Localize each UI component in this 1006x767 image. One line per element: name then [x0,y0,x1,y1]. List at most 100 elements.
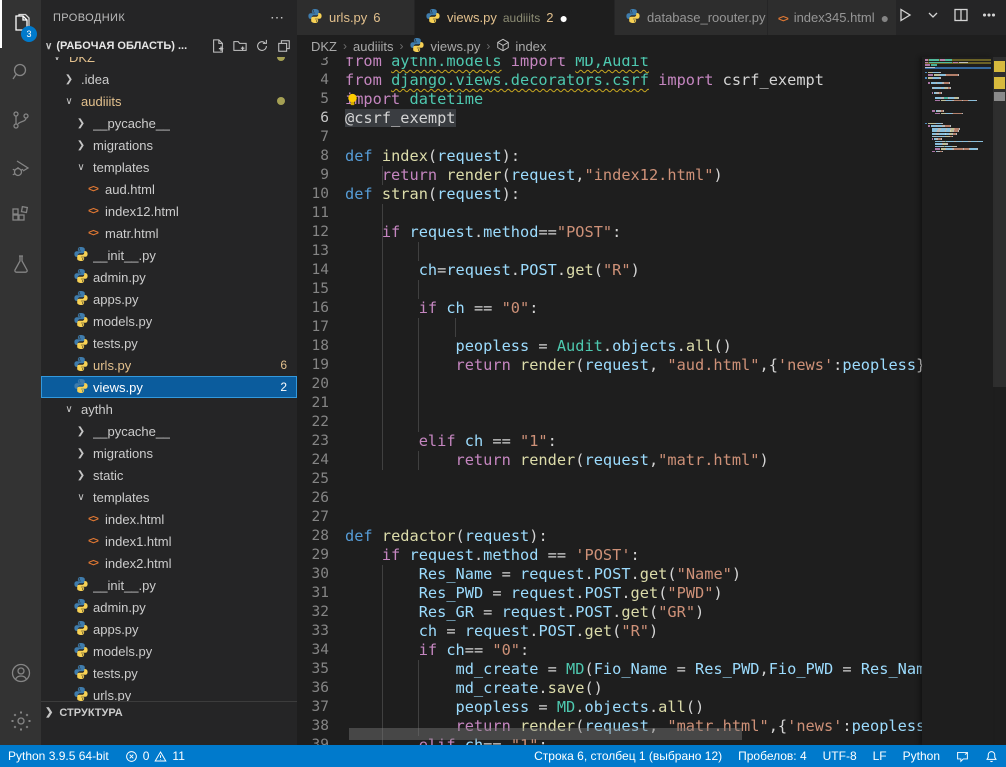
new-folder-icon[interactable] [231,37,249,55]
overview-ruler [993,45,1006,745]
tree-item-admin-py[interactable]: admin.py [41,266,297,288]
line-number: 19 [297,356,345,375]
search-icon[interactable] [0,48,41,96]
tree-item-templates[interactable]: ∨templates [41,156,297,178]
html-file-icon: <> [778,10,788,25]
tab-database-roouter-py[interactable]: database_roouter.py [615,0,768,35]
more-actions-icon[interactable] [981,7,997,28]
dirty-indicator-icon[interactable]: ● [881,11,889,25]
tree-item-migrations[interactable]: ❯migrations [41,442,297,464]
tree-item-static[interactable]: ❯static [41,464,297,486]
code-line-25: 25 [297,470,922,489]
code-action-lightbulb-icon[interactable] [345,92,360,107]
workspace-section-header[interactable]: ∨ (РАБОЧАЯ ОБЛАСТЬ) ... [41,35,297,57]
tree-item-urls-py[interactable]: urls.py6 [41,354,297,376]
breadcrumb-label: index [515,39,546,54]
html-file-icon: <> [85,514,101,525]
activity-bar-bottom [0,649,41,745]
code-line-6: 6@csrf_exempt [297,109,922,128]
dirty-indicator-icon[interactable]: ● [559,11,567,25]
horizontal-scrollbar[interactable] [349,728,742,740]
tree-item--pycache-[interactable]: ❯__pycache__ [41,112,297,134]
tree-item--pycache-[interactable]: ❯__pycache__ [41,420,297,442]
chevron-right-icon: ❯ [61,74,77,85]
cursor-position-label: Строка 6, столбец 1 (выбрано 12) [534,749,722,763]
language-mode[interactable]: Python [895,745,948,767]
collapse-folders-icon[interactable] [275,37,293,55]
python-interpreter[interactable]: Python 3.9.5 64-bit [0,745,117,767]
tree-item-models-py[interactable]: models.py [41,310,297,332]
tree-item-tests-py[interactable]: tests.py [41,662,297,684]
breadcrumb-item-dkz[interactable]: DKZ [311,39,337,54]
outline-section-header[interactable]: ❯ СТРУКТУРА [41,701,297,723]
run-python-file-icon[interactable] [897,7,913,28]
tree-item--init-py[interactable]: __init__.py [41,574,297,596]
tab-urls-py[interactable]: urls.py6 [297,0,415,35]
tree-item-admin-py[interactable]: admin.py [41,596,297,618]
tree-item-index2-html[interactable]: <>index2.html [41,552,297,574]
python-file-icon [73,620,89,639]
run-debug-icon[interactable] [0,144,41,192]
account-icon[interactable] [0,649,41,697]
split-editor-icon[interactable] [953,7,969,28]
new-file-icon[interactable] [209,37,227,55]
notifications-bell-icon[interactable] [977,745,1006,767]
tab-views-py[interactable]: views.pyaudiiits2● [415,0,615,35]
line-number: 5 [297,90,345,109]
breadcrumb-item-views-py[interactable]: views.py [409,37,480,56]
indent-guide [382,413,383,432]
tree-item-label: apps.py [93,622,139,637]
line-number: 29 [297,546,345,565]
explorer-icon[interactable]: 3 [0,0,41,48]
run-dropdown-chevron-icon[interactable] [925,7,941,28]
line-number: 16 [297,299,345,318]
tree-item-models-py[interactable]: models.py [41,640,297,662]
tree-item--init-py[interactable]: __init__.py [41,244,297,266]
eol[interactable]: LF [865,745,895,767]
tree-item-index1-html[interactable]: <>index1.html [41,530,297,552]
tree-item-urls-py[interactable]: urls.py [41,684,297,701]
tree-item-label: .idea [81,72,109,87]
line-number: 24 [297,451,345,470]
outline-section-label: СТРУКТУРА [59,707,122,719]
tree-item--idea[interactable]: ❯ .idea [41,68,297,90]
cursor-position[interactable]: Строка 6, столбец 1 (выбрано 12) [526,745,730,767]
source-control-icon[interactable] [0,96,41,144]
tree-item-dkz[interactable]: ∨DKZ [41,57,297,68]
testing-icon[interactable] [0,240,41,288]
encoding-label: UTF-8 [823,749,857,763]
code-editor[interactable]: 3from aythh.models import MD,Audit4from … [297,57,922,745]
tree-item-aud-html[interactable]: <>aud.html [41,178,297,200]
tree-item-index-html[interactable]: <>index.html [41,508,297,530]
tree-item-aythh[interactable]: ∨aythh [41,398,297,420]
tree-item-apps-py[interactable]: apps.py [41,288,297,310]
line-number: 32 [297,603,345,622]
settings-gear-icon[interactable] [0,697,41,745]
tree-item-views-py[interactable]: views.py2 [41,376,297,398]
minimap[interactable] [922,57,993,745]
line-number: 17 [297,318,345,337]
tree-item-apps-py[interactable]: apps.py [41,618,297,640]
code-line-31: 31 Res_PWD = request.POST.get("PWD") [297,584,922,603]
tree-item-matr-html[interactable]: <>matr.html [41,222,297,244]
tree-item-migrations[interactable]: ❯migrations [41,134,297,156]
refresh-icon[interactable] [253,37,271,55]
line-number: 23 [297,432,345,451]
encoding[interactable]: UTF-8 [815,745,865,767]
tab-index345-html[interactable]: <>index345.html● [768,0,897,35]
extensions-icon[interactable] [0,192,41,240]
problems-status[interactable]: 011 [117,745,193,767]
breadcrumb-item-audiiits[interactable]: audiiits [353,39,393,54]
code-text: elif ch == "1": [345,432,557,451]
tree-item-index12-html[interactable]: <>index12.html [41,200,297,222]
tree-item-label: urls.py [93,688,131,702]
code-line-22: 22 [297,413,922,432]
sidebar-more-actions-icon[interactable]: ⋯ [270,9,285,26]
feedback-icon[interactable] [948,745,977,767]
tree-item-templates[interactable]: ∨templates [41,486,297,508]
tree-item-audiiits[interactable]: ∨audiiits [41,90,297,112]
tree-item-tests-py[interactable]: tests.py [41,332,297,354]
breadcrumb-item-index[interactable]: index [496,38,546,55]
indentation[interactable]: Пробелов: 4 [730,745,815,767]
code-text: return render(request, "aud.html",{'news… [345,356,922,375]
